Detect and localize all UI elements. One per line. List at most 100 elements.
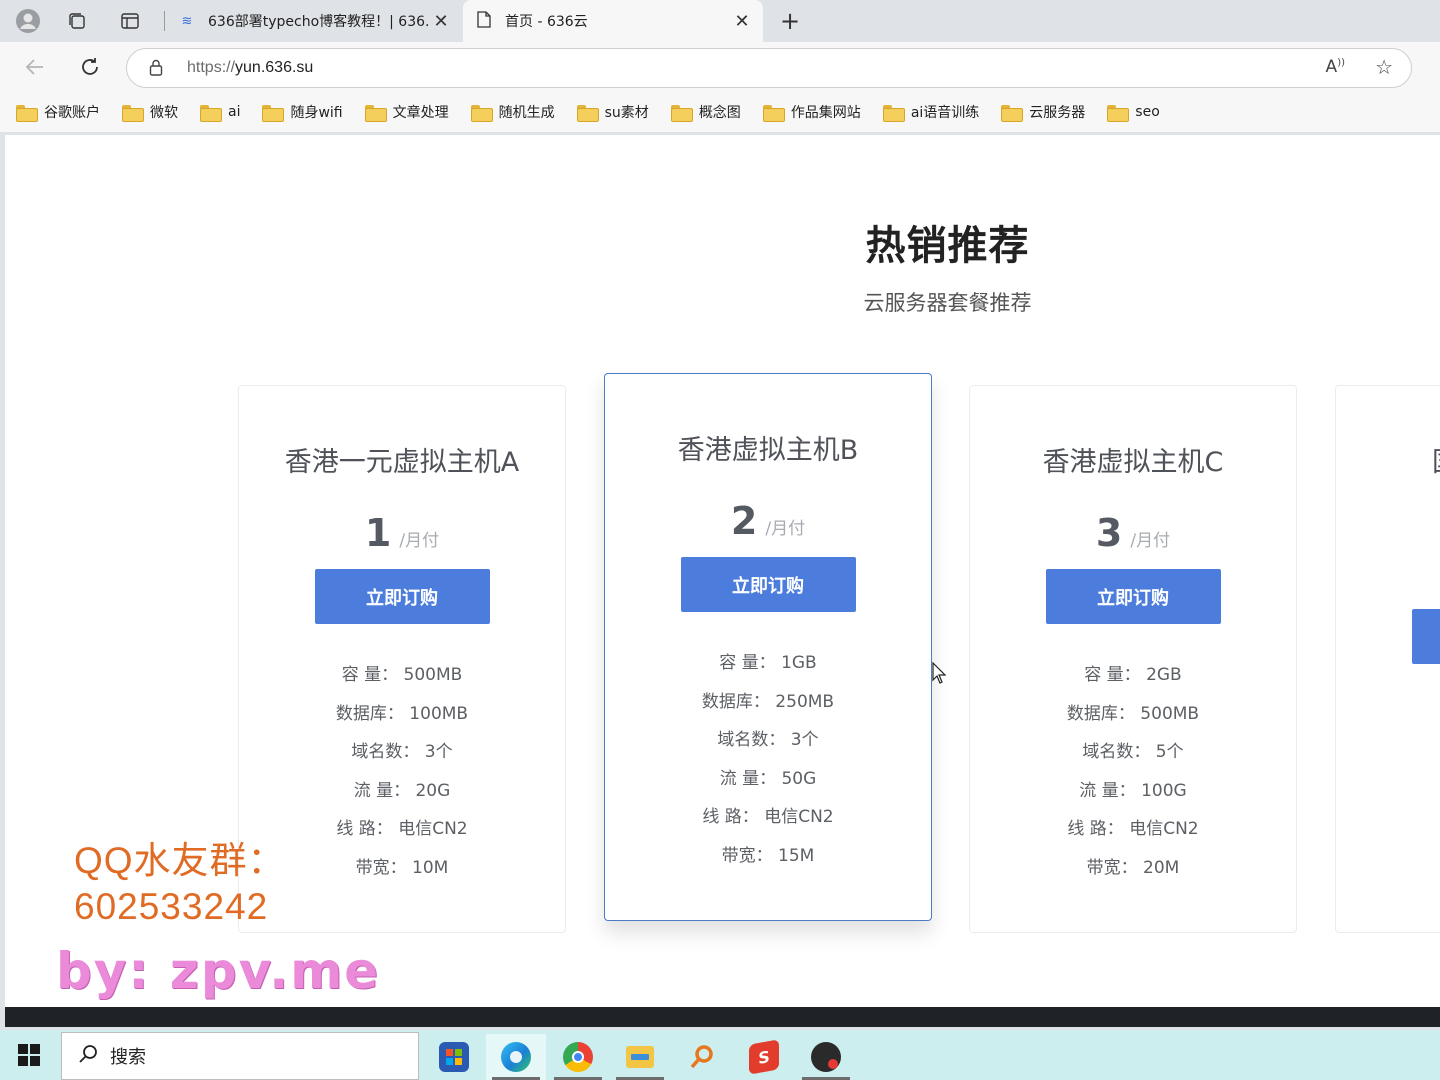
bookmark-label: 作品集网站 (790, 105, 861, 121)
chrome-browser-icon (563, 1042, 593, 1072)
bookmarks-bar: 谷歌账户 微软 ai 随身wifi 文章处理 随机生成 su素材 概念图 作品集网站 ai语音训练… (0, 92, 1440, 132)
order-now-button[interactable] (1412, 609, 1440, 664)
back-button[interactable] (21, 53, 49, 81)
read-aloud-icon[interactable]: A)) (1326, 57, 1345, 77)
plan-name: 香港一元虚拟主机A (284, 447, 520, 478)
folder-icon (762, 104, 785, 122)
folder-icon (470, 104, 493, 122)
bookmark-label: 云服务器 (1029, 105, 1086, 121)
taskbar-edge[interactable] (486, 1034, 546, 1080)
spec-traffic: 流 量： 100G (1079, 780, 1187, 801)
mouse-cursor-icon (932, 661, 947, 688)
bookmark-folder[interactable]: 谷歌账户 (16, 102, 100, 122)
spec-domains: 域名数： 3个 (717, 730, 819, 750)
bookmark-label: ai语音训练 (910, 105, 980, 121)
order-now-button[interactable]: 立即订购 (1045, 569, 1221, 624)
bookmark-folder[interactable]: 作品集网站 (762, 102, 861, 122)
tab-home-636yun[interactable]: 首页 - 636云 ✕ (463, 0, 763, 42)
folder-icon (262, 104, 285, 122)
profile-avatar-icon[interactable] (13, 6, 43, 36)
tab-separator (164, 11, 165, 31)
bookmark-label: 随机生成 (498, 105, 555, 121)
bookmark-folder[interactable]: ai语音训练 (882, 102, 980, 122)
spec-domains: 域名数： 5个 (1082, 742, 1184, 762)
folder-icon (670, 104, 693, 122)
sketchup-icon: S (749, 1039, 779, 1075)
taskbar-file-explorer[interactable] (610, 1034, 670, 1080)
bookmark-label: ai (228, 104, 241, 120)
spec-route: 线 路： 电信CN2 (1067, 819, 1199, 839)
bookmark-folder[interactable]: 概念图 (670, 102, 741, 122)
plan-card-b: 香港虚拟主机B 2/月付 立即订购 容 量： 1GB 数据库： 250MB 域名… (604, 373, 932, 921)
taskbar-search-tool[interactable] (672, 1034, 732, 1080)
plan-card-a: 香港一元虚拟主机A 1/月付 立即订购 容 量： 500MB 数据库： 100M… (238, 385, 566, 933)
plan-name: 香港虚拟主机B (677, 435, 859, 466)
tab-typecho[interactable]: ≋ 636部署typecho博客教程！| 636. ✕ (166, 0, 462, 42)
tab-actions-icon[interactable] (115, 6, 145, 36)
bookmark-folder[interactable]: 微软 (122, 102, 178, 122)
edge-browser-icon (501, 1042, 531, 1072)
taskbar-sketchup[interactable]: S (734, 1034, 794, 1080)
spec-capacity: 容 量： 500MB (341, 665, 463, 685)
plan-name: 国 (1336, 440, 1440, 479)
qq-group-watermark: QQ水友群： 602533242 (74, 840, 286, 927)
taskbar-obs[interactable] (796, 1034, 856, 1080)
plan-specs: 容 量： 2GB 数据库： 500MB 域名数： 5个 流 量： 100G 线 … (970, 656, 1296, 887)
folder-icon (1107, 104, 1130, 122)
page-icon (475, 10, 493, 32)
spec-route: 线 路： 电信CN2 (702, 807, 834, 827)
bookmark-label: 文章处理 (392, 105, 449, 121)
page-footer-strip (5, 1007, 1440, 1027)
windows-start-icon[interactable] (18, 1044, 40, 1066)
close-tab-icon[interactable]: ✕ (731, 11, 753, 32)
plan-card-d: 国 (1335, 385, 1440, 933)
taskbar-store[interactable] (424, 1034, 484, 1080)
bookmark-label: 微软 (150, 105, 178, 121)
spec-route: 线 路： 电信CN2 (336, 819, 468, 839)
back-arrow-icon (25, 59, 43, 75)
folder-icon (364, 104, 387, 122)
bookmark-folder[interactable]: 随机生成 (470, 102, 555, 122)
taskbar-search-box[interactable]: 搜索 (61, 1032, 419, 1080)
folder-icon (1001, 104, 1024, 122)
bookmark-label: 概念图 (698, 105, 741, 121)
plan-specs: 容 量： 1GB 数据库： 250MB 域名数： 3个 流 量： 50G 线 路… (605, 644, 931, 875)
address-bar[interactable]: https://yun.636.su A)) ☆ (126, 48, 1412, 88)
magnifier-tool-icon (687, 1042, 717, 1072)
plan-name: 香港虚拟主机C (1042, 447, 1224, 478)
microsoft-store-icon (439, 1042, 469, 1072)
bookmark-folder[interactable]: su素材 (576, 102, 649, 122)
site-watermark: by: zpv.me (56, 942, 381, 1000)
folder-icon (16, 104, 38, 122)
lock-icon[interactable] (149, 59, 163, 80)
new-tab-button[interactable]: + (776, 6, 804, 36)
refresh-button[interactable] (76, 53, 104, 81)
favorite-star-icon[interactable]: ☆ (1375, 55, 1393, 79)
bookmark-folder[interactable]: 文章处理 (364, 102, 449, 122)
bookmark-label: su素材 (604, 105, 649, 121)
section-subtitle: 云服务器套餐推荐 (863, 291, 1032, 315)
spec-traffic: 流 量： 50G (719, 768, 817, 789)
spec-database: 数据库： 250MB (701, 691, 835, 712)
tab-title: 首页 - 636云 (505, 14, 588, 30)
bookmark-folder[interactable]: seo (1107, 104, 1160, 122)
order-now-button[interactable]: 立即订购 (680, 557, 856, 612)
bookmark-label: 随身wifi (290, 105, 343, 121)
site-favicon-icon: ≋ (181, 13, 193, 29)
section-title: 热销推荐 (865, 223, 1030, 269)
windows-taskbar: 搜索 S (0, 1030, 1440, 1080)
bookmark-folder[interactable]: ai (200, 104, 241, 122)
close-tab-icon[interactable]: ✕ (430, 11, 452, 32)
spec-capacity: 容 量： 2GB (1084, 665, 1182, 685)
taskbar-chrome[interactable] (548, 1034, 608, 1080)
order-now-button[interactable]: 立即订购 (314, 569, 490, 624)
bookmark-folder[interactable]: 随身wifi (262, 102, 343, 122)
bookmark-label: seo (1135, 104, 1160, 120)
browser-toolbar: https://yun.636.su A)) ☆ (0, 42, 1440, 92)
spec-bandwidth: 带宽： 15M (721, 845, 815, 866)
search-placeholder: 搜索 (110, 1047, 146, 1068)
spec-database: 数据库： 100MB (335, 703, 469, 724)
collections-icon[interactable] (62, 6, 92, 36)
bookmark-folder[interactable]: 云服务器 (1001, 102, 1085, 122)
folder-icon (200, 104, 222, 122)
